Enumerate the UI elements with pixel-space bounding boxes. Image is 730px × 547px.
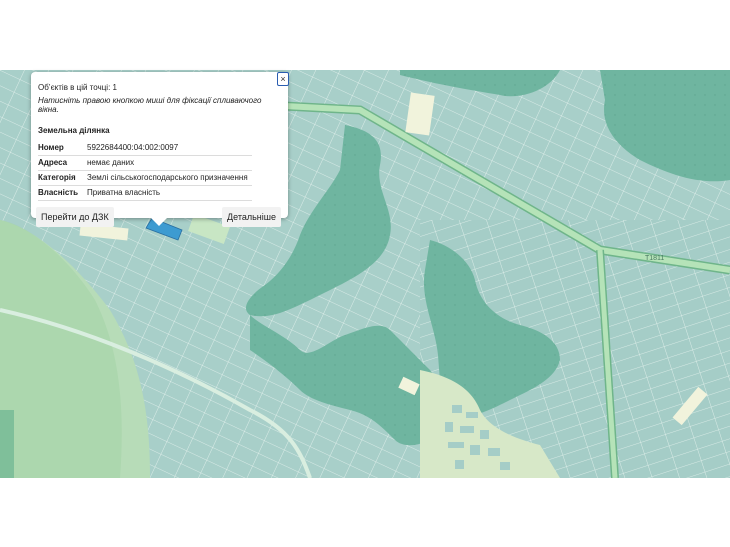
table-row: Номер 5922684400:04:002:0097: [38, 141, 252, 156]
attr-key: Категорія: [38, 170, 87, 186]
attr-value: 5922684400:04:002:0097: [87, 141, 252, 156]
popup-tip: [151, 218, 167, 226]
attr-key: Номер: [38, 141, 87, 156]
table-row: Власність Приватна власність: [38, 185, 252, 201]
left-strip: [0, 410, 14, 478]
objects-count: Об’єктів в цій точці: 1: [38, 83, 117, 92]
close-button[interactable]: ×: [277, 72, 289, 86]
attr-value: Землі сільськогосподарського призначення: [87, 170, 252, 186]
table-row: Адреса немає даних: [38, 155, 252, 171]
section-title: Земельна ділянка: [38, 126, 110, 135]
attributes-table: Номер 5922684400:04:002:0097 Адреса нема…: [38, 141, 252, 201]
attr-key: Адреса: [38, 155, 87, 171]
feature-info-popup: × Об’єктів в цій точці: 1 Натисніть прав…: [31, 72, 289, 227]
attr-key: Власність: [38, 185, 87, 201]
details-button[interactable]: Детальніше: [222, 207, 281, 227]
go-to-dzk-button[interactable]: Перейти до ДЗК: [36, 207, 114, 227]
table-row: Категорія Землі сільськогосподарського п…: [38, 170, 252, 186]
attr-value: Приватна власність: [87, 185, 252, 201]
road-label: Т1811: [645, 255, 664, 262]
attr-value: немає даних: [87, 155, 252, 171]
pin-hint: Натисніть правою кнопкою миші для фіксац…: [38, 96, 262, 114]
